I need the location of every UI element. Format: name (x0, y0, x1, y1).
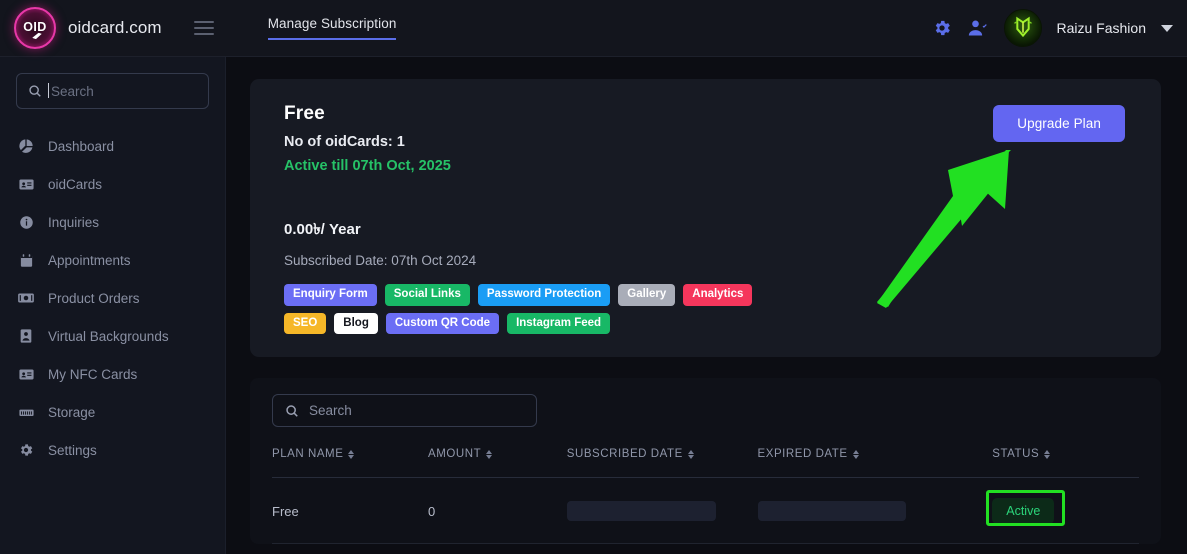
sidebar-item-dashboard[interactable]: Dashboard (0, 127, 225, 165)
subscription-table: PLAN NAME AMOUNT SUBSCRIBED DATE EXPIRED… (272, 448, 1139, 544)
sidebar-item-label: oidCards (48, 176, 103, 192)
search-icon (29, 85, 41, 97)
sidebar-item-inquiries[interactable]: Inquiries (0, 203, 225, 241)
header-actions: Raizu Fashion (932, 9, 1187, 47)
info-circle-icon (17, 213, 35, 231)
column-expired-date[interactable]: EXPIRED DATE (757, 448, 949, 478)
column-plan-name[interactable]: PLAN NAME (272, 448, 429, 478)
sidebar-item-oidcards[interactable]: oidCards (0, 165, 225, 203)
app-root: OID oidcard.com Manage Subscription Raiz… (0, 0, 1187, 554)
feature-badge: Analytics (683, 284, 753, 306)
column-label: AMOUNT (428, 448, 482, 460)
plan-active-till: Active till 07th Oct, 2025 (284, 158, 451, 174)
subscription-history-panel: Search PLAN NAME AMOUNT SUBSCRIBED DATE … (250, 378, 1161, 544)
skeleton-loader (566, 501, 716, 521)
header-tabs: Manage Subscription (267, 0, 397, 56)
sidebar-item-my-nfc-cards[interactable]: My NFC Cards (0, 355, 225, 393)
plan-price: 0.00৳/ Year (284, 221, 361, 238)
feature-badge-list: Enquiry Form Social Links Password Prote… (284, 284, 754, 334)
sidebar-search-input[interactable]: Search (16, 73, 209, 109)
sidebar-item-label: My NFC Cards (48, 366, 138, 382)
gear-icon[interactable] (932, 18, 952, 38)
sidebar-item-virtual-backgrounds[interactable]: Virtual Backgrounds (0, 317, 225, 355)
column-subscribed-date[interactable]: SUBSCRIBED DATE (566, 448, 758, 478)
cell-amount: 0 (428, 477, 567, 544)
server-icon (17, 403, 35, 421)
sidebar-item-label: Appointments (48, 252, 131, 268)
column-amount[interactable]: AMOUNT (428, 448, 567, 478)
feature-badge: Instagram Feed (507, 312, 611, 334)
feature-badge: Password Protection (477, 284, 611, 306)
plan-subscribed-date: Subscribed Date: 07th Oct 2024 (284, 253, 477, 268)
feature-badge: Social Links (384, 284, 470, 306)
column-status[interactable]: STATUS (948, 448, 1139, 478)
sidebar-item-label: Virtual Backgrounds (48, 328, 169, 344)
sidebar-item-storage[interactable]: Storage (0, 393, 225, 431)
sidebar-item-label: Storage (48, 404, 96, 420)
sort-icon[interactable] (486, 449, 493, 459)
table-header-row: PLAN NAME AMOUNT SUBSCRIBED DATE EXPIRED… (272, 448, 1139, 478)
portrait-icon (17, 327, 35, 345)
brand[interactable]: OID oidcard.com (0, 7, 216, 49)
money-icon (17, 289, 35, 307)
table-search-placeholder: Search (309, 403, 352, 418)
page-body: Search Dashboard oidCards Inquiries Appo… (0, 57, 1187, 554)
table-row[interactable]: Free 0 Active (272, 477, 1139, 544)
search-icon (286, 404, 298, 417)
sidebar-item-appointments[interactable]: Appointments (0, 241, 225, 279)
user-check-icon[interactable] (967, 18, 989, 38)
gear-icon (17, 441, 35, 459)
plan-card: Free No of oidCards: 1 Active till 07th … (250, 79, 1161, 357)
cell-subscribed-date (566, 477, 758, 544)
skeleton-loader (757, 501, 907, 521)
sidebar-item-label: Inquiries (48, 214, 100, 230)
id-card-icon (17, 175, 35, 193)
cell-status: Active (948, 477, 1139, 544)
tab-manage-subscription[interactable]: Manage Subscription (267, 16, 397, 40)
cell-plan-name: Free (272, 477, 429, 544)
sidebar-item-product-orders[interactable]: Product Orders (0, 279, 225, 317)
hamburger-icon[interactable] (192, 17, 216, 39)
feature-badge: Custom QR Code (385, 312, 500, 334)
feature-badge: Blog (334, 312, 378, 334)
column-label: PLAN NAME (272, 448, 344, 460)
cell-expired-date (757, 477, 949, 544)
top-header: OID oidcard.com Manage Subscription Raiz… (0, 0, 1187, 57)
brand-name: oidcard.com (68, 18, 162, 37)
status-badge: Active (992, 498, 1055, 524)
column-label: EXPIRED DATE (757, 448, 848, 460)
sidebar-item-label: Dashboard (48, 138, 115, 154)
sort-icon[interactable] (687, 449, 694, 459)
main-content: Free No of oidCards: 1 Active till 07th … (226, 57, 1187, 554)
feature-badge: SEO (284, 312, 327, 334)
column-label: SUBSCRIBED DATE (566, 448, 683, 460)
chevron-down-icon[interactable] (1161, 24, 1173, 32)
feature-badge: Gallery (618, 284, 676, 306)
user-name: Raizu Fashion (1056, 20, 1147, 36)
sidebar-item-label: Settings (48, 442, 97, 458)
feature-badge: Enquiry Form (284, 284, 377, 306)
upgrade-plan-button[interactable]: Upgrade Plan (993, 105, 1125, 142)
table-search-input[interactable]: Search (272, 394, 537, 427)
logo-text: OID (23, 19, 47, 34)
sort-icon[interactable] (348, 449, 355, 459)
sidebar-search-placeholder: Search (48, 82, 94, 99)
sort-icon[interactable] (852, 449, 859, 459)
oid-logo-icon: OID (14, 7, 56, 49)
sidebar-item-label: Product Orders (48, 290, 140, 306)
id-card-icon (17, 365, 35, 383)
column-label: STATUS (992, 448, 1040, 460)
calendar-icon (17, 251, 35, 269)
pie-chart-icon (17, 137, 35, 155)
sort-icon[interactable] (1044, 449, 1051, 459)
sidebar: Search Dashboard oidCards Inquiries Appo… (0, 57, 226, 554)
sidebar-item-settings[interactable]: Settings (0, 431, 225, 469)
avatar[interactable] (1003, 9, 1042, 47)
